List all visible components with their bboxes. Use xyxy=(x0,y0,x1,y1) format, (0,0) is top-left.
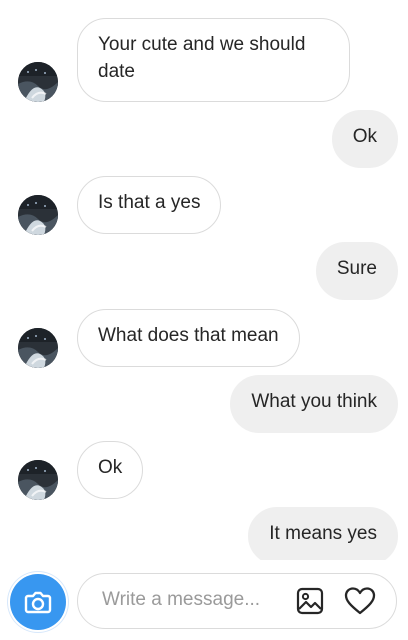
avatar-photo-icon xyxy=(18,328,58,368)
message-bubble-incoming[interactable]: Ok xyxy=(77,441,144,499)
message-bubble-incoming[interactable]: Is that a yes xyxy=(77,176,222,234)
message-bubble-outgoing[interactable]: Ok xyxy=(331,110,398,168)
message-bubble-incoming[interactable]: What does that mean xyxy=(77,309,300,367)
avatar[interactable] xyxy=(18,328,58,368)
avatar-photo-icon xyxy=(18,195,58,235)
avatar[interactable] xyxy=(18,62,58,102)
message-text: Your cute and we should date xyxy=(98,34,306,82)
heart-icon xyxy=(344,587,376,615)
camera-button[interactable] xyxy=(10,574,66,630)
like-button[interactable] xyxy=(344,586,376,621)
camera-icon xyxy=(24,591,52,614)
message-thread[interactable]: Your cute and we should date Ok Is that … xyxy=(0,0,408,560)
message-bubble-outgoing[interactable]: Sure xyxy=(315,242,398,300)
message-text: It means yes xyxy=(269,523,377,544)
message-input[interactable]: Write a message... xyxy=(102,589,260,611)
message-bubble-outgoing[interactable]: It means yes xyxy=(248,507,398,560)
image-gallery-icon xyxy=(296,587,324,615)
message-bubble-outgoing[interactable]: What you think xyxy=(230,375,398,433)
gallery-button[interactable] xyxy=(296,587,324,620)
avatar[interactable] xyxy=(18,195,58,235)
avatar-photo-icon xyxy=(18,460,58,500)
message-text: What does that mean xyxy=(98,325,279,346)
message-text: Ok xyxy=(98,457,123,478)
avatar[interactable] xyxy=(18,460,58,500)
message-text: Ok xyxy=(352,126,377,147)
message-composer[interactable]: Write a message... xyxy=(77,573,397,629)
message-text: Is that a yes xyxy=(98,192,201,213)
message-text: Sure xyxy=(336,258,377,279)
avatar-photo-icon xyxy=(18,62,58,102)
message-bubble-incoming[interactable]: Your cute and we should date xyxy=(77,18,350,102)
message-text: What you think xyxy=(251,391,377,412)
